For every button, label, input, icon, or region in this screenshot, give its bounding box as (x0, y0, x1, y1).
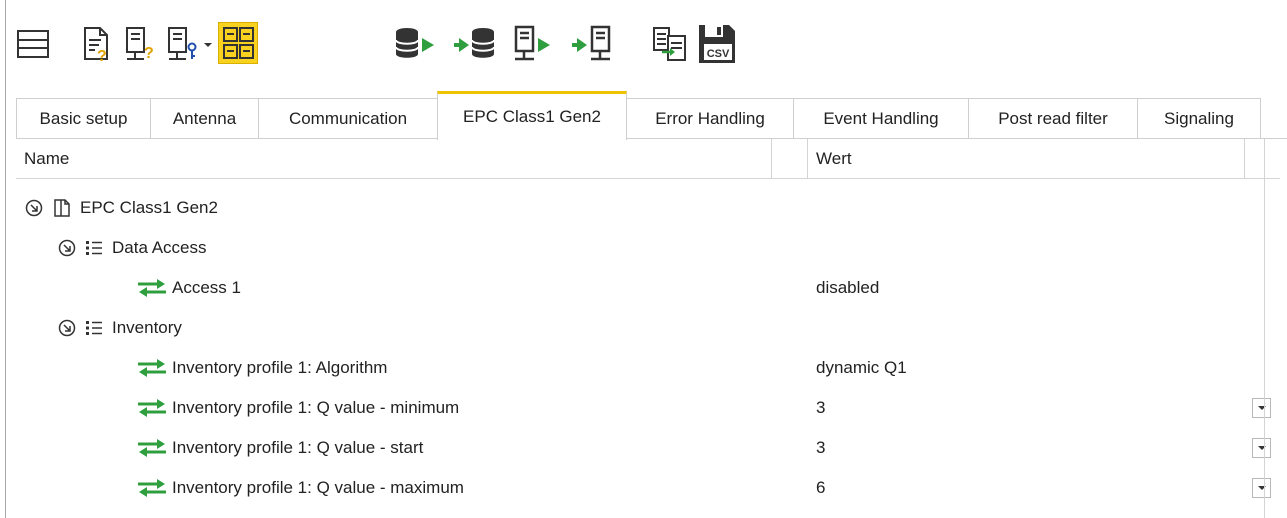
tree-row-data-access[interactable]: Data Access (16, 228, 1280, 268)
value-dropdown-button[interactable] (1252, 478, 1271, 498)
row-label: EPC Class1 Gen2 (80, 198, 218, 217)
collapse-icon[interactable] (58, 239, 76, 257)
row-label: Inventory profile 1: Q value - maximum (172, 478, 464, 497)
property-row-algorithm[interactable]: Inventory profile 1: Algorithm dynamic Q… (16, 348, 1280, 388)
tag-icon (54, 199, 70, 217)
database-export-icon[interactable] (392, 24, 436, 64)
property-row-access-1[interactable]: Access 1 disabled (16, 268, 1280, 308)
compare-list-icon[interactable] (650, 24, 690, 64)
tab-signaling[interactable]: Signaling (1137, 98, 1261, 139)
row-label: Access 1 (172, 278, 241, 297)
reader-help-icon[interactable]: ? (122, 25, 158, 63)
row-value[interactable]: 6 (816, 468, 825, 508)
property-grid: Name Wert EPC Class1 Gen2 Data Access Ac… (16, 139, 1287, 518)
document-help-icon[interactable]: ? (80, 25, 114, 63)
reader-key-icon[interactable] (164, 25, 200, 63)
csv-label: CSV (707, 48, 730, 60)
reader-import-icon[interactable] (570, 24, 614, 64)
row-value[interactable]: disabled (816, 268, 879, 308)
column-divider (771, 139, 772, 179)
tab-antenna[interactable]: Antenna (150, 98, 259, 139)
reader-export-icon[interactable] (512, 24, 554, 64)
list-icon (86, 241, 102, 255)
tab-basic-setup[interactable]: Basic setup (16, 98, 151, 139)
read-write-arrows-icon (138, 439, 166, 457)
property-row-q-value-start[interactable]: Inventory profile 1: Q value - start 3 (16, 428, 1280, 468)
list-icon (86, 321, 102, 335)
column-header-value[interactable]: Wert (816, 139, 852, 179)
grid-right-border (1264, 139, 1265, 518)
toolbar: ? ? CSV (0, 0, 1287, 88)
tab-event-handling[interactable]: Event Handling (793, 98, 969, 139)
row-label: Inventory profile 1: Q value - minimum (172, 398, 460, 417)
tree-row-epc-class1-gen2[interactable]: EPC Class1 Gen2 (16, 188, 1280, 228)
tab-strip: Basic setup Antenna Communication EPC Cl… (16, 91, 1261, 140)
svg-text:?: ? (97, 48, 107, 63)
read-write-arrows-icon (138, 359, 166, 377)
value-dropdown-button[interactable] (1252, 398, 1271, 418)
read-write-arrows-icon (138, 479, 166, 497)
grid-header: Name Wert (16, 139, 1280, 179)
chevron-down-icon (1257, 446, 1266, 450)
row-label: Data Access (112, 238, 207, 257)
property-row-q-value-minimum[interactable]: Inventory profile 1: Q value - minimum 3 (16, 388, 1280, 428)
tab-post-read-filter[interactable]: Post read filter (968, 98, 1138, 139)
database-import-icon[interactable] (452, 24, 498, 64)
row-label: Inventory (112, 318, 182, 337)
row-value[interactable]: 3 (816, 428, 825, 468)
collapse-icon[interactable] (58, 319, 76, 337)
panel-layout-icon[interactable] (16, 27, 50, 61)
value-dropdown-button[interactable] (1252, 438, 1271, 458)
collapse-icon[interactable] (25, 199, 43, 217)
row-label: Inventory profile 1: Q value - start (172, 438, 424, 457)
svg-text:?: ? (144, 45, 154, 62)
read-write-arrows-icon (138, 399, 166, 417)
property-row-q-value-maximum[interactable]: Inventory profile 1: Q value - maximum 6 (16, 468, 1280, 508)
row-value[interactable]: dynamic Q1 (816, 348, 907, 388)
grid-view-icon (223, 27, 254, 59)
column-divider (1244, 139, 1245, 179)
chevron-down-icon (1257, 406, 1266, 410)
column-header-name[interactable]: Name (24, 139, 69, 179)
read-write-arrows-icon (138, 279, 166, 297)
tree-row-inventory[interactable]: Inventory (16, 308, 1280, 348)
chevron-down-icon[interactable] (202, 40, 214, 50)
grid-view-button[interactable] (218, 22, 258, 64)
chevron-down-icon (1257, 486, 1266, 490)
save-csv-icon[interactable]: CSV (696, 22, 738, 66)
row-label: Inventory profile 1: Algorithm (172, 358, 388, 377)
column-divider (807, 139, 808, 179)
tab-error-handling[interactable]: Error Handling (626, 98, 794, 139)
tab-communication[interactable]: Communication (258, 98, 438, 139)
row-value[interactable]: 3 (816, 388, 825, 428)
tab-epc-class1-gen2[interactable]: EPC Class1 Gen2 (437, 91, 627, 140)
